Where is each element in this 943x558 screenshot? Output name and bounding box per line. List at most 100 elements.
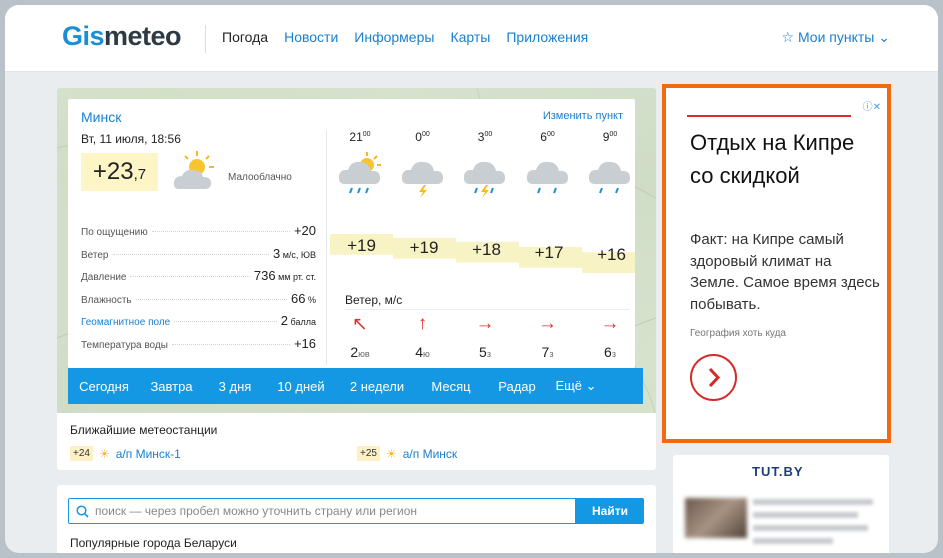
station-temp: +25 (357, 446, 380, 461)
my-points-link[interactable]: ☆ Мои пункты ⌄ (782, 29, 890, 46)
param-dots (151, 231, 290, 232)
station-minsk[interactable]: +25 ☀ а/п Минск (357, 446, 457, 461)
tab-7[interactable]: Ещё ⌄ (551, 378, 601, 394)
cloud-thunder-rain-icon (462, 150, 508, 205)
gismeteo-logo[interactable]: Gismeteo (62, 21, 182, 52)
logo-divider (205, 25, 206, 53)
station-temp: +24 (70, 446, 93, 461)
search-card: поиск — через пробел можно уточнить стра… (57, 485, 656, 553)
hour-time: 900 (602, 130, 618, 144)
hour-column: 900 (580, 130, 640, 205)
nav-apps[interactable]: Приложения (506, 29, 588, 45)
hour-temp: +16 (597, 245, 626, 264)
city-link[interactable]: Минск (81, 109, 121, 125)
wind-arrow-icon: → (600, 313, 620, 334)
forecast-tabs: Сегодня Завтра 3 дня 10 дней 2 недели Месяц Ра… (68, 368, 643, 404)
current-temperature: +23,7 (81, 153, 158, 191)
wind-arrow-icon: → (538, 313, 557, 334)
param-value: +16 (293, 335, 316, 351)
browser-frame: Gismeteo Погода Новости Информеры Карты … (5, 5, 938, 553)
sun-cloud-rain-icon (337, 150, 383, 205)
chevron-right-icon (708, 367, 721, 388)
param-dots (135, 298, 288, 300)
news-text-blurred (753, 525, 868, 531)
nav-weather[interactable]: Погода (222, 29, 268, 45)
param-label: Ветер (81, 249, 109, 261)
popular-cities-title: Популярные города Беларуси (70, 536, 237, 550)
station-name: а/п Минск-1 (115, 446, 181, 461)
param-value: 2 балла (280, 313, 316, 329)
param-label: По ощущению (81, 227, 148, 238)
param-row: Геомагнитное поле 2 балла (81, 313, 316, 336)
hour-column: 600 (518, 130, 578, 205)
param-dots (171, 343, 290, 345)
tab-1[interactable]: Завтра (140, 379, 203, 394)
cloud-thunder-icon (400, 150, 446, 205)
param-row: Ветер 3 м/с, ЮВ (81, 246, 316, 269)
param-value: 66 % (291, 290, 316, 306)
wind-arrow-icon: ↖ (352, 314, 368, 335)
news-text-blurred (753, 538, 833, 544)
wind-value: 6з (604, 344, 616, 360)
nav-news[interactable]: Новости (284, 29, 338, 45)
param-row: Температура воды +16 (81, 336, 316, 359)
tab-3[interactable]: 10 дней (267, 379, 335, 394)
current-weather-panel: Минск Изменить пункт Вт, 11 июля, 18:56 … (68, 99, 635, 368)
nav-informers[interactable]: Информеры (354, 29, 434, 45)
wind-value: 4ю (415, 344, 430, 360)
hour-column: 2100 (330, 130, 390, 205)
wind-label: Ветер, м/с (345, 293, 403, 307)
hourly-temps: +19 +19 +18 +17 +16 (330, 234, 635, 282)
param-row: Влажность 66 % (81, 291, 316, 314)
weather-card: Минск Изменить пункт Вт, 11 июля, 18:56 … (57, 88, 656, 470)
hour-temp: +18 (472, 240, 501, 259)
sun-icon: ☀ (98, 446, 110, 461)
main-nav: Погода Новости Информеры Карты Приложени… (222, 29, 604, 45)
hour-time: 2100 (349, 130, 371, 144)
ad-accent-line (687, 115, 851, 117)
stations-title: Ближайшие метеостанции (70, 423, 218, 437)
hour-temp: +19 (347, 236, 376, 255)
param-label[interactable]: Геомагнитное поле (81, 317, 170, 328)
tab-4[interactable]: 2 недели (335, 379, 419, 394)
condition-text: Малооблачно (228, 172, 292, 183)
param-label: Температура воды (81, 339, 168, 351)
search-input[interactable]: поиск — через пробел можно уточнить стра… (68, 498, 576, 524)
wind-value: 5з (479, 344, 491, 360)
ad-source: География хоть куда (690, 328, 786, 339)
wind-arrow-icon: ↑ (417, 313, 428, 334)
ad-go-button[interactable] (690, 354, 737, 401)
param-dots (130, 276, 250, 278)
weather-params: По ощущению +20 Ветер 3 м/с, ЮВ Давление 736 … (81, 223, 316, 359)
news-text-blurred (753, 512, 858, 518)
tab-5[interactable]: Месяц (419, 379, 483, 394)
tab-6[interactable]: Радар (483, 379, 551, 394)
hour-temp: +17 (534, 243, 564, 262)
param-value: 3 м/с, ЮВ (272, 245, 316, 261)
tab-2[interactable]: 3 дня (203, 379, 267, 394)
current-date: Вт, 11 июля, 18:56 (81, 132, 181, 146)
cloud-rain-icon (587, 150, 633, 205)
hour-time: 000 (415, 130, 430, 144)
search-icon (76, 505, 89, 518)
ad-close-icon[interactable]: ⓘ✕ (863, 98, 881, 113)
param-label: Давление (81, 272, 127, 284)
station-name: а/п Минск (402, 446, 458, 461)
param-dots (174, 321, 277, 323)
cloud-rain-icon (525, 150, 571, 205)
hour-time: 300 (477, 130, 493, 144)
change-point-link[interactable]: Изменить пункт (543, 110, 623, 122)
news-text-blurred (753, 499, 873, 505)
wind-value: 7з (541, 344, 554, 360)
tab-0[interactable]: Сегодня (68, 379, 140, 394)
search-button[interactable]: Найти (576, 498, 644, 524)
station-minsk-1[interactable]: +24 ☀ а/п Минск-1 (70, 446, 181, 461)
sun-icon: ☀ (385, 446, 397, 461)
nearby-stations: Ближайшие метеостанции +24 ☀ а/п Минск-1… (57, 413, 656, 470)
ad-banner[interactable]: ⓘ✕ Отдых на Кипре со скидкой Факт: на Ки… (662, 84, 891, 443)
news-widget[interactable]: TUT.BY (673, 455, 889, 553)
hour-temp: +19 (409, 238, 439, 257)
ad-description: Факт: на Кипре самый здоровый климат на … (690, 231, 880, 313)
nav-maps[interactable]: Карты (450, 29, 490, 45)
ad-title[interactable]: Отдых на Кипре со скидкой (690, 126, 880, 192)
